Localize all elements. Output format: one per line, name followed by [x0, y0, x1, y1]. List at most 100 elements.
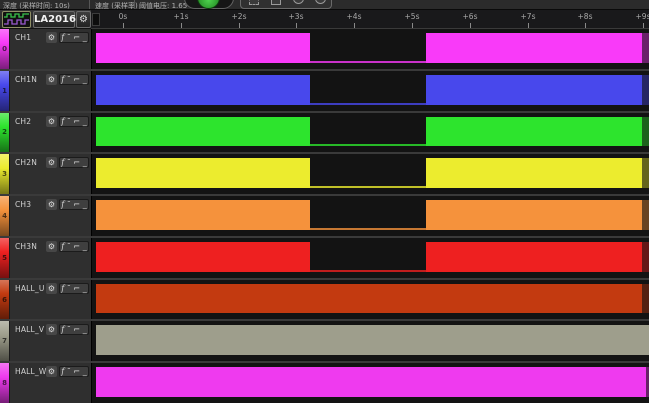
trigger-f-icon[interactable]: f: [61, 33, 64, 42]
channel-header[interactable]: CH3 ⚙ f ¯ ⌐ _: [9, 196, 91, 236]
device-settings-button[interactable]: ⚙: [76, 11, 91, 28]
trigger-f-icon[interactable]: f: [61, 200, 64, 209]
gear-icon[interactable]: ⚙: [46, 74, 57, 85]
channel-row: 8 HALL_W ⚙ f ¯ ⌐ _: [0, 363, 649, 403]
gear-icon[interactable]: ⚙: [46, 366, 57, 377]
export-icon[interactable]: [271, 0, 281, 5]
trigger-options-group: f ¯ ⌐ _: [59, 32, 89, 43]
channel-name-label: HALL_V: [15, 325, 44, 334]
channel-header[interactable]: CH3N ⚙ f ¯ ⌐ _: [9, 238, 91, 278]
high-level-icon[interactable]: ¯: [67, 33, 71, 42]
gear-icon[interactable]: ⚙: [46, 116, 57, 127]
trigger-f-icon[interactable]: f: [61, 367, 64, 376]
gear-icon[interactable]: ⚙: [46, 324, 57, 335]
high-level-icon[interactable]: ¯: [67, 242, 71, 251]
channel-number-badge[interactable]: 1: [0, 71, 9, 111]
speed-label: 速度 (采样率): [95, 1, 138, 10]
waveform-band: [92, 284, 649, 314]
trigger-options-group: f ¯ ⌐ _: [59, 116, 89, 127]
channel-header[interactable]: HALL_W ⚙ f ¯ ⌐ _: [9, 363, 91, 403]
waveform-lane[interactable]: [91, 154, 649, 194]
channel-header[interactable]: CH1N ⚙ f ¯ ⌐ _: [9, 71, 91, 111]
trigger-f-icon[interactable]: f: [61, 284, 64, 293]
tick-label: +2s: [232, 12, 247, 21]
channel-number-badge[interactable]: 5: [0, 238, 9, 278]
edge-trigger-icon[interactable]: ⌐: [73, 75, 80, 84]
low-level-icon[interactable]: _: [83, 284, 87, 293]
tick-mark: [239, 23, 240, 28]
waveform-segment: [426, 75, 642, 105]
edge-trigger-icon[interactable]: ⌐: [73, 33, 80, 42]
timeline-ruler[interactable]: 0s+1s+2s+3s+4s+5s+6s+7s+8s+9s: [91, 10, 649, 29]
edge-trigger-icon[interactable]: ⌐: [73, 158, 80, 167]
high-level-icon[interactable]: ¯: [67, 367, 71, 376]
channel-row: 2 CH2 ⚙ f ¯ ⌐ _: [0, 113, 649, 155]
waveform-lane[interactable]: [91, 29, 649, 69]
low-level-icon[interactable]: _: [83, 75, 87, 84]
gear-icon[interactable]: ⚙: [46, 32, 57, 43]
waveform-lane[interactable]: [91, 363, 649, 403]
top-toolbar: 深度 (采样时间: 10s) 速度 (采样率) 阈值电压: 1.65 V: [0, 0, 649, 10]
channel-number-badge[interactable]: 0: [0, 29, 9, 69]
zoom-out-icon[interactable]: [315, 0, 326, 4]
low-level-icon[interactable]: _: [83, 325, 87, 334]
waveform-lane[interactable]: [91, 238, 649, 278]
channel-header[interactable]: CH1 ⚙ f ¯ ⌐ _: [9, 29, 91, 69]
channel-number-badge[interactable]: 8: [0, 363, 9, 403]
waveform-lane[interactable]: [91, 196, 649, 236]
channel-header[interactable]: HALL_U ⚙ f ¯ ⌐ _: [9, 280, 91, 320]
high-level-icon[interactable]: ¯: [67, 158, 71, 167]
low-level-icon[interactable]: _: [83, 242, 87, 251]
edge-trigger-icon[interactable]: ⌐: [73, 200, 80, 209]
channel-number-badge[interactable]: 7: [0, 321, 9, 361]
zoom-in-icon[interactable]: [293, 0, 304, 4]
channel-name-label: CH3N: [15, 242, 37, 251]
trigger-f-icon[interactable]: f: [61, 242, 64, 251]
device-select-dropdown[interactable]: LA2016 ▼: [33, 11, 75, 28]
waveform-segment: [426, 200, 642, 230]
waveform-lane[interactable]: [91, 113, 649, 153]
trigger-options-group: f ¯ ⌐ _: [59, 157, 89, 168]
waveform-lane[interactable]: [91, 71, 649, 111]
channel-number-badge[interactable]: 2: [0, 113, 9, 153]
trigger-f-icon[interactable]: f: [61, 75, 64, 84]
edge-trigger-icon[interactable]: ⌐: [73, 117, 80, 126]
channel-number-badge[interactable]: 6: [0, 280, 9, 320]
trigger-f-icon[interactable]: f: [61, 158, 64, 167]
gear-icon[interactable]: ⚙: [46, 241, 57, 252]
channel-header[interactable]: CH2N ⚙ f ¯ ⌐ _: [9, 154, 91, 194]
channel-number-badge[interactable]: 3: [0, 154, 9, 194]
gear-icon[interactable]: ⚙: [46, 157, 57, 168]
low-level-icon[interactable]: _: [83, 117, 87, 126]
waveform-segment: [426, 33, 642, 63]
waveform-lane[interactable]: [91, 321, 649, 361]
trigger-f-icon[interactable]: f: [61, 117, 64, 126]
ruler-handle[interactable]: [92, 13, 100, 26]
high-level-icon[interactable]: ¯: [67, 284, 71, 293]
gear-icon[interactable]: ⚙: [46, 199, 57, 210]
waveform-lane[interactable]: [91, 280, 649, 320]
low-level-icon[interactable]: _: [83, 367, 87, 376]
edge-trigger-icon[interactable]: ⌐: [73, 242, 80, 251]
high-level-icon[interactable]: ¯: [67, 117, 71, 126]
edge-trigger-icon[interactable]: ⌐: [73, 325, 80, 334]
high-level-icon[interactable]: ¯: [67, 200, 71, 209]
edge-trigger-icon[interactable]: ⌐: [73, 284, 80, 293]
waveform-tail-segment: [642, 75, 649, 105]
gear-icon[interactable]: ⚙: [46, 283, 57, 294]
low-level-icon[interactable]: _: [83, 158, 87, 167]
waveform-tail-segment: [642, 284, 649, 314]
high-level-icon[interactable]: ¯: [67, 325, 71, 334]
trigger-options-group: f ¯ ⌐ _: [59, 366, 89, 377]
trigger-f-icon[interactable]: f: [61, 325, 64, 334]
low-level-icon[interactable]: _: [83, 33, 87, 42]
high-level-icon[interactable]: ¯: [67, 75, 71, 84]
selection-tool-icon[interactable]: [249, 0, 259, 5]
channel-header[interactable]: CH2 ⚙ f ¯ ⌐ _: [9, 113, 91, 153]
edge-trigger-icon[interactable]: ⌐: [73, 367, 80, 376]
channel-rows: 0 CH1 ⚙ f ¯ ⌐ _ 1 CH1N ⚙ f ¯ ⌐ _: [0, 29, 649, 403]
low-level-icon[interactable]: _: [83, 200, 87, 209]
app-logo: [2, 11, 31, 28]
channel-header[interactable]: HALL_V ⚙ f ¯ ⌐ _: [9, 321, 91, 361]
channel-number-badge[interactable]: 4: [0, 196, 9, 236]
